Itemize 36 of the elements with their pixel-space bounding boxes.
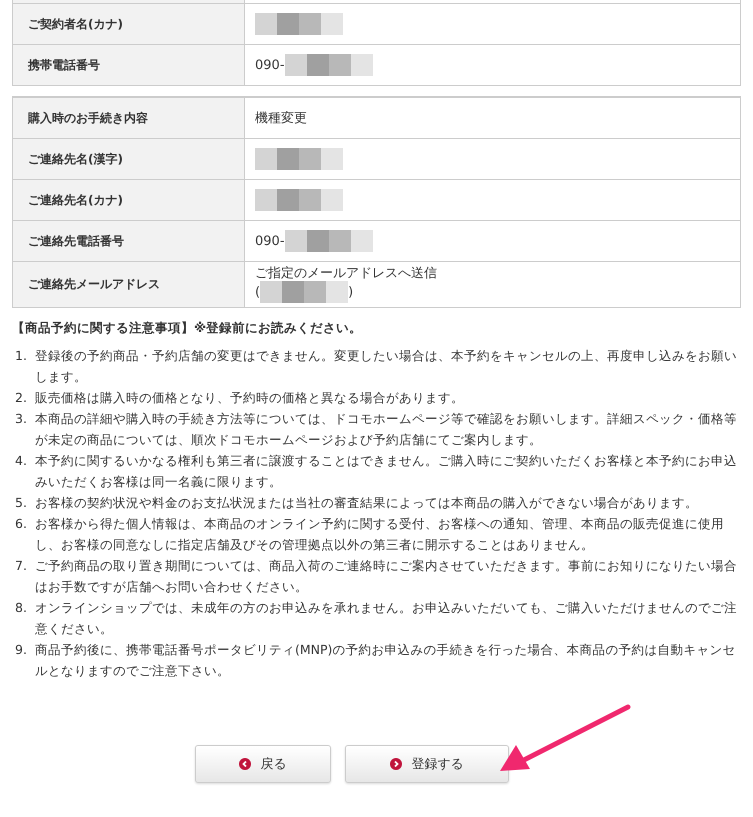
chevron-right-icon	[390, 758, 402, 770]
field-label: 携帯電話番号	[13, 45, 245, 85]
notice-text: お客様の契約状況や料金のお支払状況または当社の審査結果によっては本商品の購入ができない場合があります。	[35, 494, 699, 512]
value-text: 090-	[255, 234, 285, 248]
notice-text: 販売価格は購入時の価格となり、予約時の価格と異なる場合があります。	[35, 389, 465, 407]
chevron-left-icon	[238, 758, 250, 770]
notice-text: 本予約に関するいかなる権利も第三者に譲渡することはできません。ご購入時にご契約いただくお客様と本予約にお申込みいただくお客様は同一名義に限ります。	[35, 452, 738, 491]
value-text: (	[255, 284, 260, 300]
field-label: ご連絡先メールアドレス	[13, 262, 245, 307]
item-number: 7.	[15, 557, 28, 575]
back-button[interactable]: 戻る	[194, 745, 330, 783]
notice-text: 登録後の予約商品・予約店舗の変更はできません。変更したい場合は、本予約をキャンセルの上、再度申し込みをお願いします。	[35, 347, 738, 386]
item-number: 2.	[15, 389, 28, 407]
value-text: ご指定のメールアドレスへ送信	[255, 266, 437, 281]
field-label: 購入時のお手続き内容	[13, 98, 245, 138]
item-number: 3.	[15, 410, 28, 428]
notice-text: ご予約商品の取り置き期間については、商品入荷のご連絡時にご案内させていただきます。事前にお知りになりたい場合はお手数ですが店舗へお問い合わせください。	[35, 557, 738, 596]
field-label: ご連絡先名(漢字)	[13, 139, 245, 179]
item-number: 9.	[15, 641, 28, 659]
notice-text: 本商品の詳細や購入時の手続き方法等については、ドコモホームページ等で確認をお願いします。詳細スペック・価格等が未定の商品については、順次ドコモホームページおよび予約店舗にてご案内します。	[35, 410, 738, 449]
notice-text: オンラインショップでは、未成年の方のお申込みを承れません。お申込みいただいても、ご購入いただけませんのでご注意ください。	[35, 599, 738, 638]
field-label: ご連絡先電話番号	[13, 221, 245, 261]
item-number: 1.	[15, 347, 28, 365]
value-text: 機種変更	[255, 110, 307, 126]
register-button[interactable]: 登録する	[344, 745, 508, 783]
item-number: 4.	[15, 452, 28, 470]
value-text: )	[348, 284, 354, 300]
value-text: 090-	[255, 58, 285, 72]
notice-heading: 【商品予約に関する注意事項】※登録前にお読みください。	[12, 320, 364, 337]
item-number: 6.	[15, 515, 28, 533]
item-number: 8.	[15, 599, 28, 617]
field-label: ご連絡先名(カナ)	[13, 180, 245, 220]
item-number: 5.	[15, 494, 28, 512]
notice-text: お客様から得た個人情報は、本商品のオンライン予約に関する受付、お客様への通知、管理、本商品の販売促進に使用し、お客様の同意なしに指定店舗及びその管理拠点以外の第三者に開示することはありません。	[35, 515, 725, 554]
field-label: ご契約者名(カナ)	[13, 4, 245, 44]
notice-text: 商品予約後に、携帯電話番号ポータビリティ(MNP)の予約お申込みの手続きを行った場合、本商品の予約は自動キャンセルとなりますのでご注意下さい。	[35, 641, 736, 680]
